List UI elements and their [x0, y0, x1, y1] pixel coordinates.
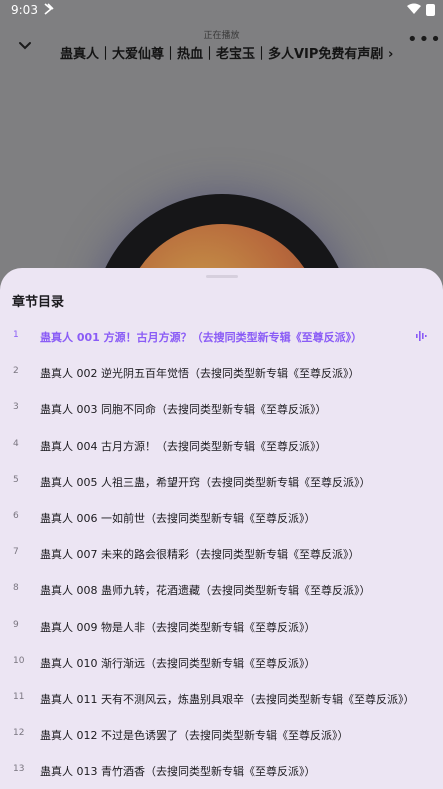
chapter-title: 蛊真人 006 一如前世（去搜同类型新专辑《至尊反派》）: [40, 511, 316, 525]
playing-waveform-icon: [416, 331, 427, 341]
chapter-number: 9: [13, 619, 19, 630]
chapter-number: 13: [13, 764, 25, 775]
sheet-title: 章节目录: [12, 295, 65, 310]
chapter-item[interactable]: 7 蛊真人 007 未来的路会很精彩（去搜同类型新专辑《至尊反派》）: [0, 535, 443, 571]
chapter-title: 蛊真人 009 物是人非（去搜同类型新专辑《至尊反派》）: [40, 620, 316, 634]
chapter-title: 蛊真人 005 人祖三蛊，希望开窍（去搜同类型新专辑《至尊反派》）: [40, 475, 371, 489]
chapter-number: 3: [13, 402, 19, 413]
more-options-icon[interactable]: •••: [407, 31, 441, 54]
chapter-list-sheet: 章节目录 1 蛊真人 001 方源！古月方源？（去搜同类型新专辑《至尊反派》） …: [0, 268, 443, 789]
chapter-title: 蛊真人 002 逆光阴五百年觉悟（去搜同类型新专辑《至尊反派》）: [40, 367, 360, 381]
chapter-item[interactable]: 12 蛊真人 012 不过是色诱罢了（去搜同类型新专辑《至尊反派》）: [0, 716, 443, 752]
chapter-number: 12: [13, 728, 25, 739]
chapter-item[interactable]: 4 蛊真人 004 古月方源！（去搜同类型新专辑《至尊反派》）: [0, 427, 443, 463]
chapter-item[interactable]: 1 蛊真人 001 方源！古月方源？（去搜同类型新专辑《至尊反派》）: [0, 318, 443, 354]
chapter-title: 蛊真人 012 不过是色诱罢了（去搜同类型新专辑《至尊反派》）: [40, 729, 349, 743]
wifi-icon: [407, 3, 421, 14]
chapter-title: 蛊真人 001 方源！古月方源？（去搜同类型新专辑《至尊反派》）: [40, 331, 363, 344]
chapter-number: 5: [13, 474, 19, 485]
chapter-item[interactable]: 5 蛊真人 005 人祖三蛊，希望开窍（去搜同类型新专辑《至尊反派》）: [0, 463, 443, 499]
sheet-drag-handle[interactable]: [206, 275, 238, 278]
now-playing-caption: 正在播放: [203, 31, 240, 41]
chapter-item[interactable]: 3 蛊真人 003 同胞不同命（去搜同类型新专辑《至尊反派》）: [0, 390, 443, 426]
chapter-number: 1: [13, 330, 19, 340]
chapter-number: 6: [13, 510, 19, 521]
chapter-number: 8: [13, 583, 19, 594]
player-screen: 9:03 正在播放 蛊真人｜大爱仙尊｜热血｜老宝玉｜多人VIP免费有声剧 › •…: [0, 0, 443, 789]
player-header: 正在播放 蛊真人｜大爱仙尊｜热血｜老宝玉｜多人VIP免费有声剧 › •••: [0, 20, 443, 70]
status-time: 9:03: [11, 3, 38, 17]
chapter-number: 4: [13, 438, 19, 449]
battery-icon: [426, 4, 435, 16]
chapter-title: 蛊真人 010 渐行渐远（去搜同类型新专辑《至尊反派》）: [40, 656, 316, 670]
chapter-item[interactable]: 8 蛊真人 008 蛊师九转，花酒遗藏（去搜同类型新专辑《至尊反派》）: [0, 571, 443, 607]
chapter-item[interactable]: 9 蛊真人 009 物是人非（去搜同类型新专辑《至尊反派》）: [0, 608, 443, 644]
chapter-title: 蛊真人 007 未来的路会很精彩（去搜同类型新专辑《至尊反派》）: [40, 548, 360, 562]
chapter-title: 蛊真人 011 天有不测风云，炼蛊别具艰辛（去搜同类型新专辑《至尊反派》）: [40, 692, 415, 706]
chapter-number: 7: [13, 547, 19, 558]
nfc-icon: [44, 3, 54, 15]
chapter-item[interactable]: 2 蛊真人 002 逆光阴五百年觉悟（去搜同类型新专辑《至尊反派》）: [0, 354, 443, 390]
chapter-list: 1 蛊真人 001 方源！古月方源？（去搜同类型新专辑《至尊反派》） 2 蛊真人…: [0, 318, 443, 788]
chapter-number: 2: [13, 366, 19, 377]
chapter-item[interactable]: 13 蛊真人 013 青竹酒香（去搜同类型新专辑《至尊反派》）: [0, 752, 443, 788]
chapter-item[interactable]: 11 蛊真人 011 天有不测风云，炼蛊别具艰辛（去搜同类型新专辑《至尊反派》）: [0, 680, 443, 716]
status-bar: 9:03: [0, 0, 443, 20]
chapter-item[interactable]: 10 蛊真人 010 渐行渐远（去搜同类型新专辑《至尊反派》）: [0, 644, 443, 680]
chapter-title: 蛊真人 004 古月方源！（去搜同类型新专辑《至尊反派》）: [40, 439, 327, 453]
chapter-item[interactable]: 6 蛊真人 006 一如前世（去搜同类型新专辑《至尊反派》）: [0, 499, 443, 535]
chapter-title: 蛊真人 003 同胞不同命（去搜同类型新专辑《至尊反派》）: [40, 403, 327, 417]
chapter-title: 蛊真人 013 青竹酒香（去搜同类型新专辑《至尊反派》）: [40, 765, 316, 779]
chapter-number: 11: [13, 691, 25, 702]
album-title-link[interactable]: 蛊真人｜大爱仙尊｜热血｜老宝玉｜多人VIP免费有声剧 ›: [60, 43, 393, 62]
chapter-title: 蛊真人 008 蛊师九转，花酒遗藏（去搜同类型新专辑《至尊反派》）: [40, 584, 371, 598]
chapter-number: 10: [13, 655, 25, 666]
